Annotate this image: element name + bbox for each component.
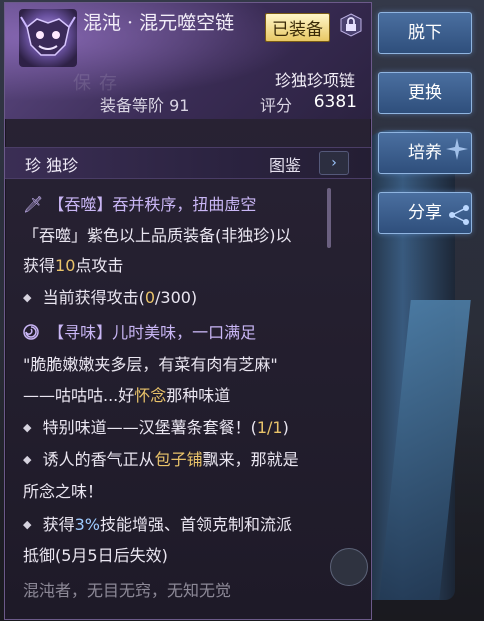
effect-title-devour: 🗡 【吞噬】吞并秩序，扭曲虚空 (23, 195, 257, 214)
item-subtype: 珍独珍项链 (274, 71, 355, 90)
swirl-icon (23, 324, 39, 340)
effect-text: 所念之味！ (23, 482, 104, 501)
effect-text: 抵御(5月5日后失效) (23, 546, 168, 565)
item-tooltip-panel: 保存 混沌 · 混元噬空链 已装备 珍独珍项链 装备等阶 91 评分 6381 … (4, 2, 372, 620)
share-icon (449, 205, 469, 225)
effect-text: 获得10点攻击 (23, 256, 124, 275)
dagger-icon: 🗡 (23, 195, 44, 214)
scrollbar[interactable] (327, 188, 331, 248)
sparkle-icon (446, 138, 468, 160)
lock-icon[interactable] (339, 13, 363, 37)
score-label: 评分 (260, 96, 293, 115)
item-header: 保存 混沌 · 混元噬空链 已装备 珍独珍项链 装备等阶 91 评分 6381 (5, 3, 371, 119)
effect-text: 「吞噬」紫色以上品质装备(非独珍)以 (23, 226, 292, 245)
effect-text: "脆脆嫩嫩夹多层，有菜有肉有芝麻" (23, 355, 278, 374)
unequip-button[interactable]: 脱下 (378, 12, 472, 54)
score-value: 6381 (313, 92, 357, 112)
effect-text: 获得3%技能增强、首领克制和流派 (23, 511, 292, 535)
equipment-level: 装备等阶 91 (100, 96, 190, 115)
effect-text: 特别味道——汉堡薯条套餐！(1/1) (23, 414, 289, 438)
album-label: 图鉴 (269, 156, 302, 175)
item-icon (19, 9, 77, 67)
replace-button[interactable]: 更换 (378, 72, 472, 114)
demon-mask-icon (20, 16, 76, 56)
rarity-bar: 珍 独珍 图鉴 › (5, 147, 371, 179)
effect-title-taste: 【寻味】儿时美味，一口满足 (23, 319, 256, 343)
user-avatar-icon[interactable] (330, 548, 368, 586)
effect-text: 诱人的香气正从包子铺飘来，那就是 (23, 446, 299, 470)
equipped-badge: 已装备 (265, 13, 330, 42)
item-flavor-text: 混沌者，无目无窍，无知无觉 (23, 581, 232, 600)
album-arrow-button[interactable]: › (319, 151, 349, 175)
effect-progress: 当前获得攻击(0/300) (23, 284, 198, 308)
item-name: 混沌 · 混元噬空链 (83, 12, 235, 34)
rarity-label: 珍 独珍 (25, 156, 79, 175)
effect-text: ——咕咕咕...好怀念那种味道 (23, 386, 231, 405)
